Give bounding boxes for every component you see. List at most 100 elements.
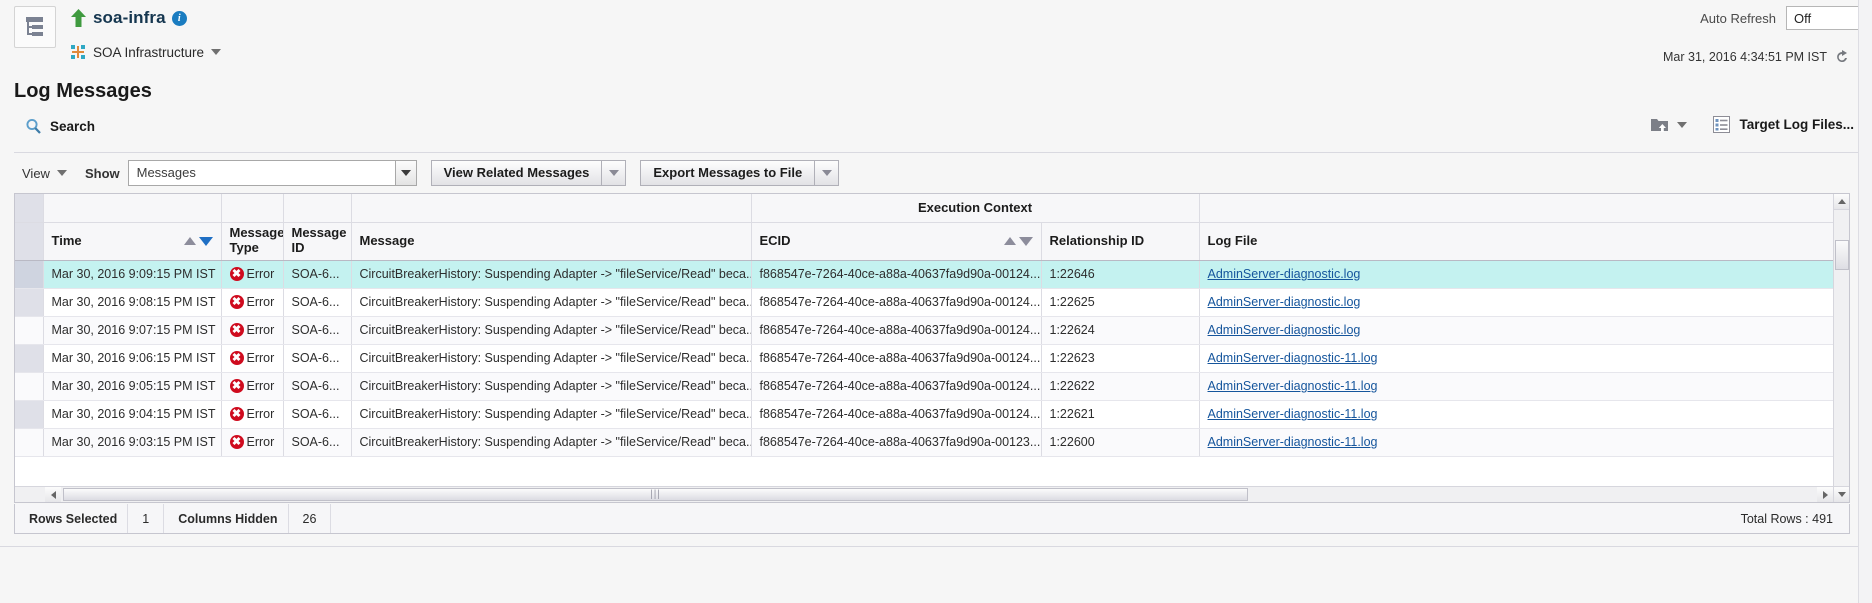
rows-selected-label: Rows Selected (15, 512, 127, 526)
sort-descending-icon[interactable] (199, 237, 213, 246)
row-select-cell[interactable] (15, 372, 43, 400)
cell-ecid: f868547e-7264-40ce-a88a-40637fa9d90a-001… (751, 344, 1041, 372)
chevron-down-icon (401, 170, 411, 176)
info-icon[interactable]: i (172, 11, 187, 26)
column-header-message-id[interactable]: Message ID (283, 222, 351, 260)
chevron-down-icon (609, 170, 619, 176)
column-header-log-file-label: Log File (1208, 233, 1258, 248)
cell-ecid: f868547e-7264-40ce-a88a-40637fa9d90a-001… (751, 400, 1041, 428)
show-select-arrow[interactable] (395, 161, 416, 185)
column-header-log-file[interactable]: Log File (1199, 222, 1833, 260)
column-header-time[interactable]: Time (43, 222, 221, 260)
target-navigator-button[interactable] (14, 6, 56, 48)
show-select[interactable]: Messages (128, 160, 417, 186)
horizontal-scroll-thumb[interactable]: ||| (63, 488, 1248, 501)
export-dropdown[interactable] (1650, 116, 1687, 133)
target-log-files-label: Target Log Files... (1739, 117, 1854, 132)
cell-message-type: ✖Error (221, 372, 283, 400)
message-type-label: Error (247, 407, 275, 421)
row-select-cell[interactable] (15, 428, 43, 456)
soa-infrastructure-icon (70, 44, 86, 60)
table-body: Mar 30, 2016 9:09:15 PM IST✖ErrorSOA-6..… (15, 260, 1833, 456)
cell-ecid: f868547e-7264-40ce-a88a-40637fa9d90a-001… (751, 316, 1041, 344)
row-select-cell[interactable] (15, 400, 43, 428)
time-sort-controls[interactable] (184, 237, 213, 246)
log-file-link[interactable]: AdminServer-diagnostic.log (1208, 295, 1361, 309)
cell-message: CircuitBreakerHistory: Suspending Adapte… (351, 400, 751, 428)
page-vertical-scrollbar[interactable] (1858, 0, 1872, 603)
select-all-header[interactable] (15, 194, 43, 222)
search-label: Search (50, 119, 95, 134)
target-log-files-link[interactable]: Target Log Files... (1713, 116, 1854, 133)
export-messages-button[interactable]: Export Messages to File (640, 160, 839, 186)
target-name-row: soa-infra i (70, 8, 187, 28)
arrow-right-icon (1823, 491, 1828, 499)
chevron-down-icon (1677, 122, 1687, 128)
export-messages-arrow[interactable] (815, 160, 839, 186)
table-row[interactable]: Mar 30, 2016 9:06:15 PM IST✖ErrorSOA-6..… (15, 344, 1833, 372)
target-navigator-icon (22, 14, 48, 40)
log-file-link[interactable]: AdminServer-diagnostic.log (1208, 323, 1361, 337)
log-file-link[interactable]: AdminServer-diagnostic-11.log (1208, 407, 1378, 421)
page-bottom-divider (0, 546, 1872, 547)
view-menu[interactable]: View (22, 166, 67, 181)
cell-message-type: ✖Error (221, 428, 283, 456)
column-header-ecid[interactable]: ECID (751, 222, 1041, 260)
target-name[interactable]: soa-infra (93, 8, 166, 28)
log-files-icon (1713, 116, 1730, 133)
error-icon: ✖ (230, 379, 244, 393)
table-row[interactable]: Mar 30, 2016 9:03:15 PM IST✖ErrorSOA-6..… (15, 428, 1833, 456)
cell-log-file: AdminServer-diagnostic.log (1199, 316, 1833, 344)
table-vertical-scrollbar[interactable] (1833, 194, 1849, 502)
table-row[interactable]: Mar 30, 2016 9:04:15 PM IST✖ErrorSOA-6..… (15, 400, 1833, 428)
log-file-link[interactable]: AdminServer-diagnostic.log (1208, 267, 1361, 281)
arrow-up-icon (1838, 199, 1846, 204)
column-header-message-id-label: Message ID (292, 226, 343, 256)
cell-ecid: f868547e-7264-40ce-a88a-40637fa9d90a-001… (751, 372, 1041, 400)
row-select-cell[interactable] (15, 316, 43, 344)
column-header-message[interactable]: Message (351, 222, 751, 260)
sort-descending-icon[interactable] (1019, 237, 1033, 246)
table-row[interactable]: Mar 30, 2016 9:09:15 PM IST✖ErrorSOA-6..… (15, 260, 1833, 288)
log-file-link[interactable]: AdminServer-diagnostic-11.log (1208, 435, 1378, 449)
execution-context-group-header: Execution Context (751, 194, 1199, 222)
table-row[interactable]: Mar 30, 2016 9:07:15 PM IST✖ErrorSOA-6..… (15, 316, 1833, 344)
ecid-sort-controls[interactable] (1004, 237, 1033, 246)
table-head: Execution Context Time (15, 194, 1833, 260)
cell-message-id: SOA-6... (283, 288, 351, 316)
column-header-ecid-label: ECID (760, 234, 791, 249)
search-right-actions: Target Log Files... (1650, 116, 1854, 133)
row-select-cell[interactable] (15, 260, 43, 288)
scroll-left-button[interactable] (45, 487, 61, 502)
log-file-link[interactable]: AdminServer-diagnostic-11.log (1208, 379, 1378, 393)
table-horizontal-scrollbar[interactable]: ||| (15, 486, 1833, 502)
cell-message-type: ✖Error (221, 288, 283, 316)
scroll-right-button[interactable] (1817, 487, 1833, 502)
column-header-relationship-id[interactable]: Relationship ID (1041, 222, 1199, 260)
target-menu[interactable]: SOA Infrastructure (70, 44, 221, 60)
row-select-cell[interactable] (15, 288, 43, 316)
table-row[interactable]: Mar 30, 2016 9:05:15 PM IST✖ErrorSOA-6..… (15, 372, 1833, 400)
refresh-icon[interactable] (1834, 49, 1850, 65)
status-up-arrow-icon (70, 8, 87, 28)
columns-hidden-group: Columns Hidden 26 (164, 504, 331, 533)
scroll-down-button[interactable] (1834, 486, 1850, 502)
table-group-header-row: Execution Context (15, 194, 1833, 222)
scroll-up-button[interactable] (1834, 194, 1850, 210)
cell-message-id: SOA-6... (283, 260, 351, 288)
sort-ascending-icon[interactable] (1004, 237, 1016, 245)
vertical-scroll-thumb[interactable] (1835, 240, 1849, 270)
cell-ecid: f868547e-7264-40ce-a88a-40637fa9d90a-001… (751, 428, 1041, 456)
row-select-cell[interactable] (15, 344, 43, 372)
chevron-down-icon (57, 170, 67, 176)
search-toggle[interactable]: Search (25, 118, 95, 135)
columns-hidden-label: Columns Hidden (164, 512, 287, 526)
sort-ascending-icon[interactable] (184, 237, 196, 245)
row-select-header[interactable] (15, 222, 43, 260)
auto-refresh-select[interactable]: Off (1786, 6, 1860, 30)
table-row[interactable]: Mar 30, 2016 9:08:15 PM IST✖ErrorSOA-6..… (15, 288, 1833, 316)
column-header-message-type[interactable]: Message Type (221, 222, 283, 260)
view-related-messages-arrow[interactable] (602, 160, 626, 186)
view-related-messages-button[interactable]: View Related Messages (431, 160, 627, 186)
log-file-link[interactable]: AdminServer-diagnostic-11.log (1208, 351, 1378, 365)
